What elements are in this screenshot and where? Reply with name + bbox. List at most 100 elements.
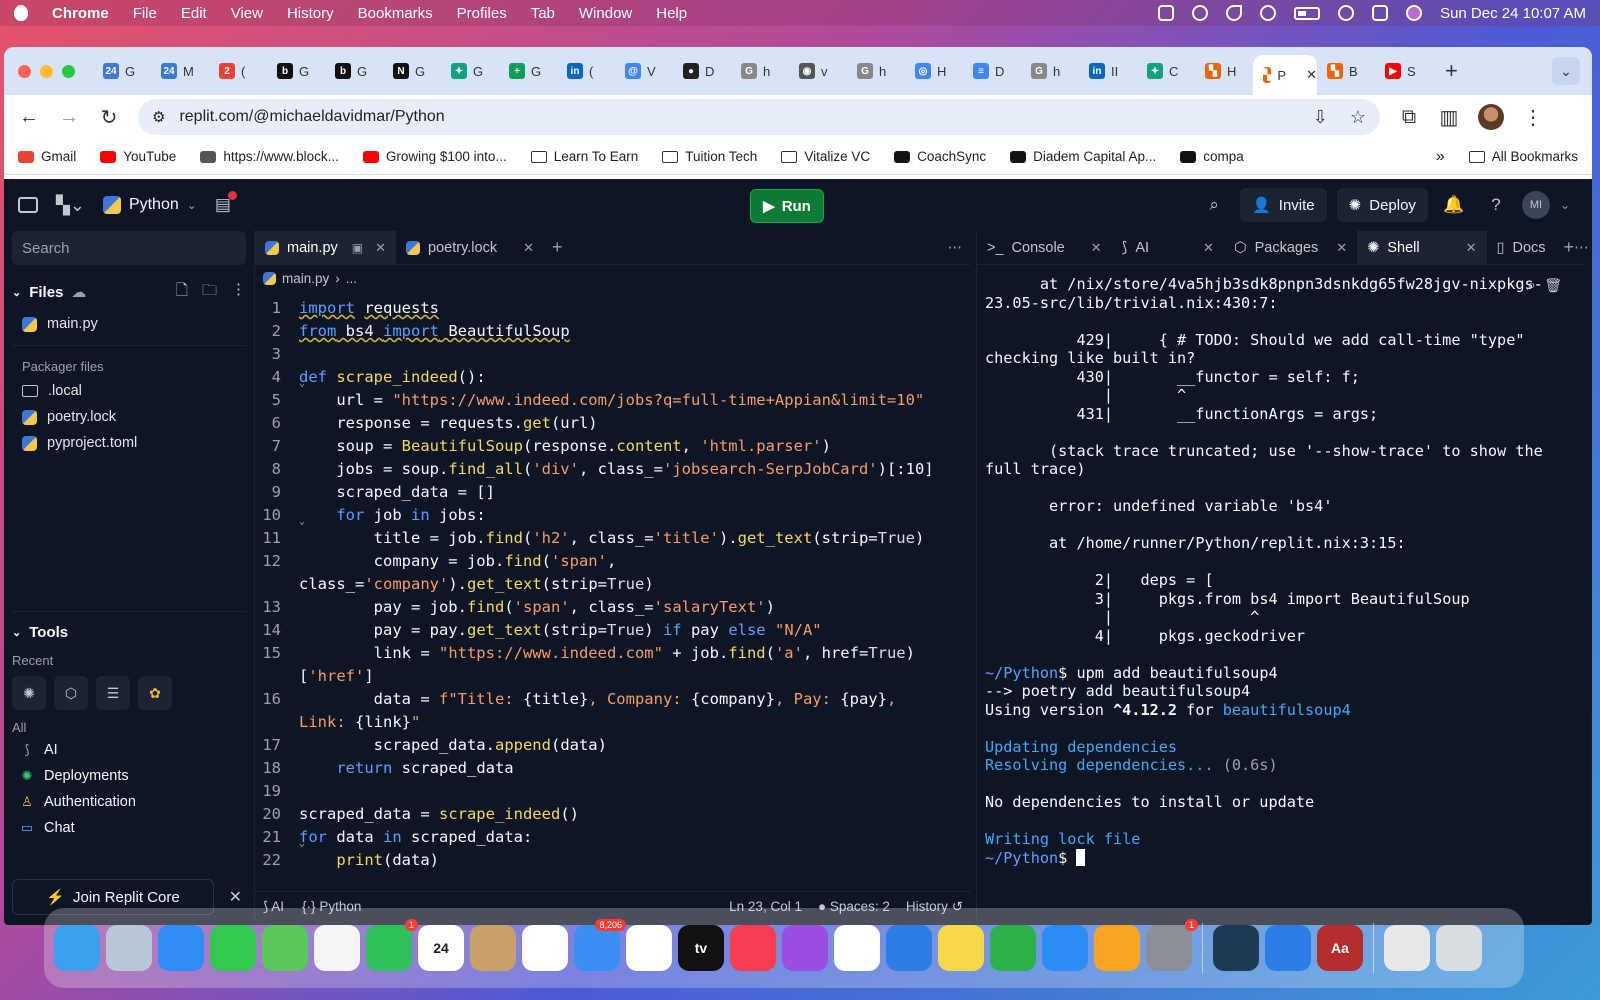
system-settings-icon[interactable]: 1 xyxy=(1146,919,1198,971)
close-tab-icon[interactable]: ✕ xyxy=(1466,240,1477,256)
notifications-bell-icon[interactable]: 🔔 xyxy=(1438,195,1470,215)
preview-icon[interactable]: ▣ xyxy=(352,241,363,255)
profile-avatar[interactable] xyxy=(1478,104,1504,130)
menu-view[interactable]: View xyxy=(231,5,263,22)
menu-profiles[interactable]: Profiles xyxy=(457,5,507,22)
code-line[interactable]: 19 xyxy=(255,780,970,803)
close-tab-icon[interactable]: ✕ xyxy=(375,240,386,256)
close-tab-icon[interactable]: ✕ xyxy=(1306,67,1317,83)
bookmark-item[interactable]: Growing $100 into... xyxy=(362,149,507,164)
battery-icon[interactable] xyxy=(1294,6,1321,20)
search-icon[interactable]: ⌕ xyxy=(1198,195,1230,215)
code-line[interactable]: 13 pay = job.find('span', class_='salary… xyxy=(255,596,970,619)
close-tab-icon[interactable]: ✕ xyxy=(1091,240,1102,256)
code-line[interactable]: 21 for data in scraped_data: ⌄ xyxy=(255,826,970,849)
code-line[interactable]: 7 soup = BeautifulSoup(response.content,… xyxy=(255,435,970,458)
code-line[interactable]: 6 response = requests.get(url) xyxy=(255,412,970,435)
files-section-header[interactable]: ⌄ Files ☁ 🗋 🗀 ⋮ xyxy=(12,279,246,305)
menu-edit[interactable]: Edit xyxy=(181,5,207,22)
podcasts-icon[interactable] xyxy=(782,925,828,971)
forward-icon[interactable]: → xyxy=(58,106,80,129)
browser-tab[interactable]: 24 G xyxy=(93,53,151,89)
menu-file[interactable]: File xyxy=(133,5,157,22)
pane-more-icon[interactable]: ⋯ xyxy=(1574,240,1589,256)
apple-menu-icon[interactable] xyxy=(14,5,28,21)
dictionary-icon[interactable]: Aa xyxy=(1317,925,1363,971)
packager-file-item[interactable]: .local xyxy=(12,378,246,404)
all-bookmarks-folder[interactable]: All Bookmarks xyxy=(1468,149,1578,164)
browser-tab[interactable]: ▚ P ✕ xyxy=(1253,55,1317,95)
news-icon[interactable] xyxy=(834,925,880,971)
tab-docs[interactable]: ▯ Docs xyxy=(1487,231,1556,265)
install-app-icon[interactable]: ⇩ xyxy=(1313,107,1328,128)
launchpad-icon[interactable] xyxy=(106,925,152,971)
invite-button[interactable]: 👤 Invite xyxy=(1240,188,1327,222)
tab-packages[interactable]: ⬡ Packages ✕ xyxy=(1224,231,1357,265)
messages-icon[interactable] xyxy=(210,925,256,971)
siri-icon[interactable] xyxy=(1406,5,1423,21)
clear-shell-icon[interactable]: 🗑 xyxy=(1544,277,1562,294)
app-store-icon[interactable] xyxy=(1042,925,1088,971)
photos-icon[interactable] xyxy=(314,925,360,971)
breadcrumb-more[interactable]: ... xyxy=(346,271,357,286)
packager-file-item[interactable]: poetry.lock xyxy=(12,404,246,430)
code-line[interactable]: 10 for job in jobs: ⌄ xyxy=(255,504,970,527)
add-tab-icon[interactable]: + xyxy=(552,237,563,258)
tab-search-button[interactable]: ⌄ xyxy=(1552,57,1580,85)
toggle-sidebar-icon[interactable] xyxy=(18,197,38,213)
screen-share-status-icon[interactable] xyxy=(1192,5,1209,21)
more-bookmarks-icon[interactable]: » xyxy=(1436,148,1445,166)
browser-tab[interactable]: ✦ C xyxy=(1137,53,1195,89)
new-tab-button[interactable]: + xyxy=(1445,58,1458,84)
instruments-icon[interactable] xyxy=(1213,925,1259,971)
code-line[interactable]: 9 scraped_data = [] xyxy=(255,481,970,504)
code-line[interactable]: 17 scraped_data.append(data) xyxy=(255,734,970,757)
packager-file-item[interactable]: pyproject.toml xyxy=(12,430,246,456)
new-file-icon[interactable]: 🗋 xyxy=(176,280,188,305)
site-info-icon[interactable]: ⚙ xyxy=(152,108,165,126)
archive-utility-icon[interactable] xyxy=(1384,925,1430,971)
tab-poetry-lock[interactable]: poetry.lock ✕ xyxy=(396,231,544,265)
packages-tool-icon[interactable]: ⬡ xyxy=(54,676,88,710)
control-center-icon[interactable] xyxy=(1372,5,1389,21)
browser-tab[interactable]: NG xyxy=(383,53,441,89)
tab-ai[interactable]: ⟆ AI ✕ xyxy=(1112,231,1224,265)
menu-app-name[interactable]: Chrome xyxy=(52,5,109,22)
menu-window[interactable]: Window xyxy=(579,5,632,22)
minimize-window-button[interactable] xyxy=(40,64,53,78)
zoom-window-button[interactable] xyxy=(62,64,75,78)
reminders-icon[interactable] xyxy=(626,925,672,971)
reload-icon[interactable]: ↻ xyxy=(98,105,120,130)
code-line[interactable]: ['href'] xyxy=(255,665,970,688)
deploy-button[interactable]: ✺ Deploy xyxy=(1336,188,1428,222)
facetime-icon[interactable]: 1 xyxy=(366,919,418,971)
screen-sharing-icon[interactable] xyxy=(1265,925,1311,971)
tool-item[interactable]: ⟆ AI xyxy=(12,737,246,763)
code-line[interactable]: 2 from bs4 import BeautifulSoup xyxy=(255,320,970,343)
add-tab-icon[interactable]: + xyxy=(1564,237,1575,258)
close-icon[interactable]: ✕ xyxy=(229,887,242,907)
fold-chevron-icon[interactable]: ⌄ xyxy=(299,372,305,395)
numbers-icon[interactable] xyxy=(990,925,1036,971)
bookmark-item[interactable]: https://www.block... xyxy=(200,149,339,164)
code-line[interactable]: 22 print(data) xyxy=(255,849,970,872)
code-line[interactable]: 14 pay = pay.get_text(strip=True) if pay… xyxy=(255,619,970,642)
user-avatar[interactable]: MI xyxy=(1521,191,1550,219)
browser-tab[interactable]: Gh xyxy=(1021,53,1079,89)
tab-console[interactable]: >_ Console ✕ xyxy=(977,231,1112,265)
omnibox[interactable]: ⚙ replit.com/@michaeldavidmar/Python ⇩ ☆ xyxy=(138,99,1380,135)
shell-tool-icon[interactable]: ✺ xyxy=(12,676,46,710)
extensions-tool-icon[interactable]: ✿ xyxy=(138,676,172,710)
replit-logo-icon[interactable]: ▚⌄ xyxy=(56,195,85,216)
code-line[interactable]: 20 scraped_data = scrape_indeed() xyxy=(255,803,970,826)
new-folder-icon[interactable]: 🗀 xyxy=(202,280,217,305)
bookmark-item[interactable]: CoachSync xyxy=(894,149,986,164)
browser-tab[interactable]: ◉ v xyxy=(789,53,847,89)
side-panel-icon[interactable]: ▥ xyxy=(1438,105,1460,130)
browser-tab[interactable]: in ( xyxy=(557,53,615,89)
browser-tab[interactable]: + G xyxy=(499,53,557,89)
code-line[interactable]: class_='company').get_text(strip=True) xyxy=(255,573,970,596)
do-not-disturb-icon[interactable] xyxy=(1226,5,1243,21)
browser-tab[interactable]: ● D xyxy=(673,53,731,89)
browser-tab[interactable]: @ V xyxy=(615,53,673,89)
